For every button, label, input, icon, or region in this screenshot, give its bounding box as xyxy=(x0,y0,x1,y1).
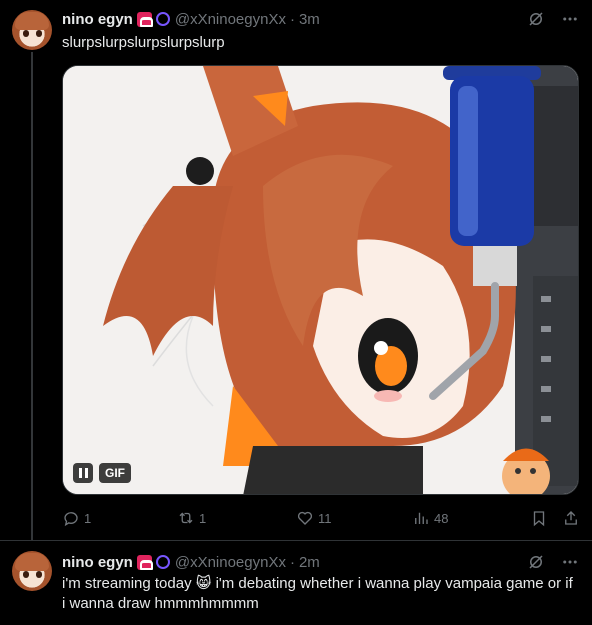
more-icon[interactable] xyxy=(560,9,580,29)
tweet-header: nino egyn @xXninoegynXx · 3m xyxy=(62,9,580,29)
tweet-text: slurpslurpslurpslurpslurp xyxy=(62,34,225,51)
tweet-actions: 1 1 11 48 xyxy=(62,508,582,528)
views-count: 48 xyxy=(434,510,449,526)
cat-emoji: 😸 xyxy=(195,575,212,592)
pause-icon[interactable] xyxy=(73,463,93,483)
like-count: 11 xyxy=(318,510,332,526)
more-icon[interactable] xyxy=(560,552,580,572)
tweet-media-gif[interactable]: GIF xyxy=(62,65,579,495)
grok-icon[interactable] xyxy=(526,552,546,572)
like-button[interactable]: 11 xyxy=(296,508,332,528)
avatar-column xyxy=(12,551,54,591)
views-icon xyxy=(415,512,428,524)
display-name[interactable]: nino egyn xyxy=(62,11,133,28)
display-name[interactable]: nino egyn xyxy=(62,554,133,571)
gif-badge[interactable]: GIF xyxy=(73,462,131,484)
tweet-header: nino egyn @xXninoegynXx · 2m xyxy=(62,552,580,572)
timestamp[interactable]: 3m xyxy=(299,11,320,28)
grok-icon[interactable] xyxy=(526,9,546,29)
avatar[interactable] xyxy=(12,10,52,50)
gif-label: GIF xyxy=(99,463,131,483)
avatar[interactable] xyxy=(12,551,52,591)
handle[interactable]: @xXninoegynXx xyxy=(175,554,286,571)
gif-frame-illustration xyxy=(63,66,578,494)
phone-badge-icon xyxy=(136,554,153,570)
bookmark-icon xyxy=(533,511,545,527)
phone-badge-icon xyxy=(136,11,153,27)
tweet[interactable]: nino egyn @xXninoegynXx · 2m i'm streami… xyxy=(0,540,592,625)
repost-button[interactable]: 1 xyxy=(177,508,206,528)
timestamp[interactable]: 2m xyxy=(299,554,320,571)
avatar-column xyxy=(12,10,54,50)
repost-icon xyxy=(179,512,193,524)
like-icon xyxy=(297,511,313,525)
reply-count: 1 xyxy=(84,510,92,526)
separator: · xyxy=(289,10,295,28)
separator: · xyxy=(289,553,295,571)
reply-button[interactable]: 1 xyxy=(62,508,91,528)
tweet-text-part: i'm streaming today xyxy=(62,575,192,592)
bookmark-button[interactable] xyxy=(530,508,548,528)
thread-line xyxy=(31,52,33,540)
ring-badge-icon xyxy=(155,555,170,569)
ring-badge-icon xyxy=(155,12,170,26)
views-button[interactable]: 48 xyxy=(412,508,448,528)
tweet-text: i'm streaming today 😸 i'm debating wheth… xyxy=(62,574,578,614)
reply-icon xyxy=(64,512,78,527)
handle[interactable]: @xXninoegynXx xyxy=(175,11,286,28)
repost-count: 1 xyxy=(199,510,207,526)
share-icon xyxy=(565,511,577,525)
share-button[interactable] xyxy=(562,508,580,528)
tweet[interactable]: nino egyn @xXninoegynXx · 3m slurpslurps… xyxy=(0,0,592,540)
